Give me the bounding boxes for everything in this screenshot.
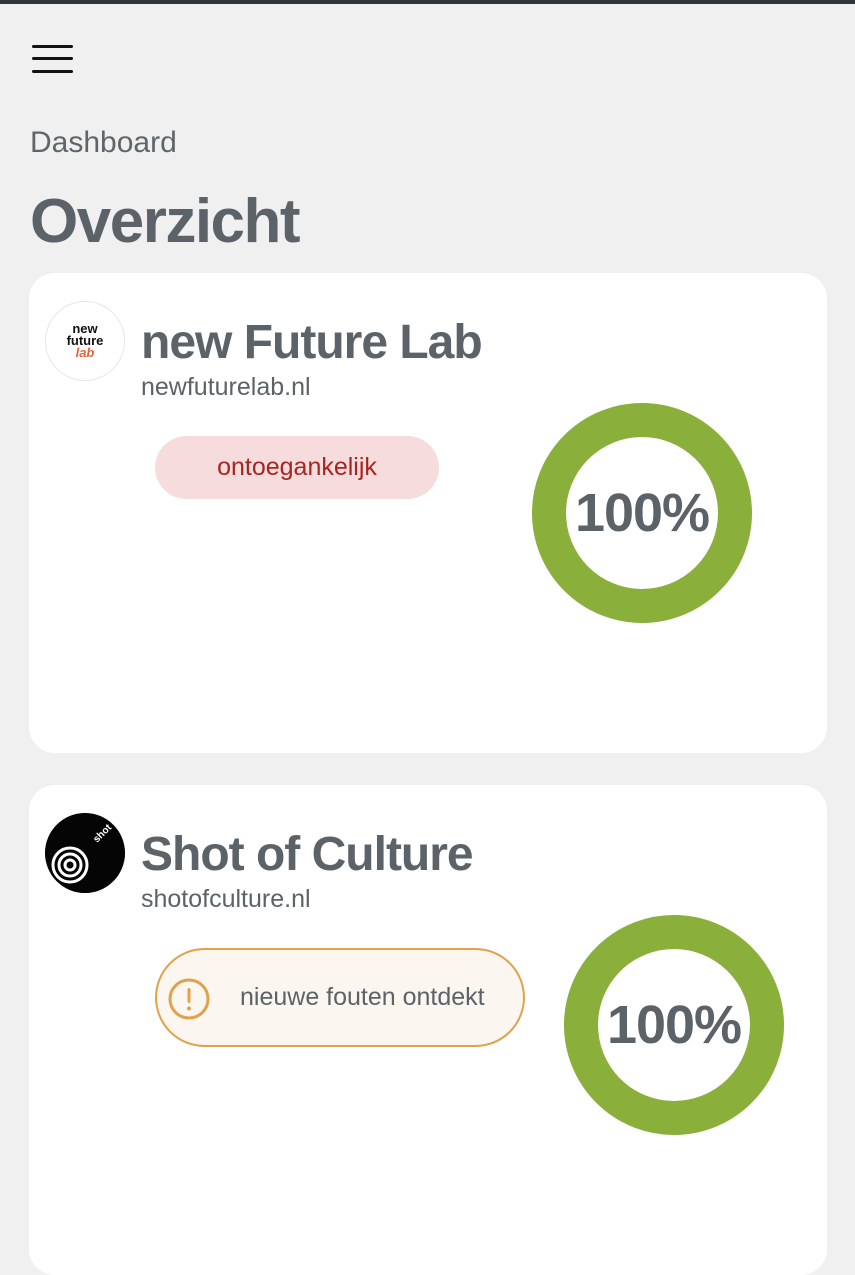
status-badge-new-errors: nieuwe fouten ontdekt bbox=[155, 948, 525, 1047]
site-card-newfuturelab[interactable]: new future lab new Future Lab newfuturel… bbox=[29, 273, 827, 753]
site-name[interactable]: Shot of Culture bbox=[141, 827, 474, 882]
status-badge-inaccessible: ontoegankelijk bbox=[155, 436, 439, 499]
site-name[interactable]: new Future Lab bbox=[141, 315, 483, 370]
site-url: shotofculture.nl bbox=[141, 885, 311, 913]
target-logo-icon: shot of culture bbox=[45, 813, 125, 893]
top-bar bbox=[0, 0, 855, 4]
score-gauge: 100% bbox=[532, 403, 752, 623]
menu-line bbox=[32, 70, 73, 73]
score-label: 100% bbox=[606, 995, 742, 1055]
site-url: newfuturelab.nl bbox=[141, 373, 311, 401]
site-card-shotofculture[interactable]: shot of culture Shot of Culture shotofcu… bbox=[29, 785, 827, 1275]
menu-line bbox=[32, 57, 73, 60]
status-text: nieuwe fouten ontdekt bbox=[240, 983, 485, 1011]
score-gauge: 100% bbox=[564, 915, 784, 1135]
score-label: 100% bbox=[574, 483, 710, 543]
page-title: Overzicht bbox=[30, 187, 301, 256]
logo-text: lab bbox=[75, 345, 95, 360]
breadcrumb[interactable]: Dashboard bbox=[30, 126, 177, 160]
site-logo-shotofculture: shot of culture bbox=[45, 813, 125, 893]
hamburger-menu-icon[interactable] bbox=[32, 44, 74, 76]
site-logo-newfuturelab: new future lab bbox=[45, 301, 125, 381]
menu-line bbox=[32, 45, 73, 48]
exclamation-circle-icon bbox=[168, 978, 210, 1020]
